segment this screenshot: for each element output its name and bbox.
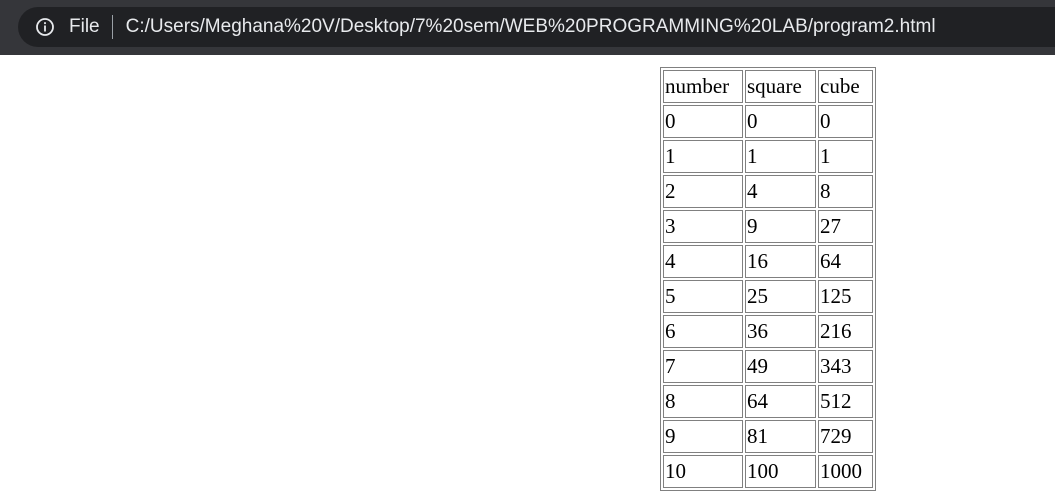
cell-cube: 8 [818, 175, 873, 208]
table-row: 1 1 1 [663, 140, 873, 173]
table-row: 10 100 1000 [663, 455, 873, 488]
cell-square: 4 [745, 175, 816, 208]
cell-cube: 125 [818, 280, 873, 313]
table-row: 4 16 64 [663, 245, 873, 278]
cell-square: 0 [745, 105, 816, 138]
table-row: 6 36 216 [663, 315, 873, 348]
table-row: 9 81 729 [663, 420, 873, 453]
url-text[interactable]: C:/Users/Meghana%20V/Desktop/7%20sem/WEB… [126, 16, 936, 38]
cell-cube: 343 [818, 350, 873, 383]
header-cube: cube [818, 70, 873, 103]
table-row: 8 64 512 [663, 385, 873, 418]
cell-square: 49 [745, 350, 816, 383]
cell-square: 81 [745, 420, 816, 453]
cell-cube: 1000 [818, 455, 873, 488]
header-square: square [745, 70, 816, 103]
cell-number: 3 [663, 210, 743, 243]
table-header-row: number square cube [663, 70, 873, 103]
cell-number: 6 [663, 315, 743, 348]
cell-number: 10 [663, 455, 743, 488]
table-row: 2 4 8 [663, 175, 873, 208]
cell-square: 100 [745, 455, 816, 488]
number-square-cube-table: number square cube 0 0 0 1 1 1 2 4 8 3 9… [660, 67, 876, 491]
cell-number: 9 [663, 420, 743, 453]
cell-cube: 0 [818, 105, 873, 138]
cell-number: 5 [663, 280, 743, 313]
address-separator [111, 15, 113, 39]
table-row: 7 49 343 [663, 350, 873, 383]
cell-square: 9 [745, 210, 816, 243]
cell-square: 36 [745, 315, 816, 348]
address-bar[interactable]: File C:/Users/Meghana%20V/Desktop/7%20se… [18, 7, 1055, 47]
cell-cube: 64 [818, 245, 873, 278]
scheme-label: File [69, 16, 100, 37]
cell-square: 64 [745, 385, 816, 418]
cell-number: 4 [663, 245, 743, 278]
table-row: 0 0 0 [663, 105, 873, 138]
cell-square: 16 [745, 245, 816, 278]
table-row: 3 9 27 [663, 210, 873, 243]
table-row: 5 25 125 [663, 280, 873, 313]
cell-number: 7 [663, 350, 743, 383]
cell-number: 8 [663, 385, 743, 418]
header-number: number [663, 70, 743, 103]
cell-number: 2 [663, 175, 743, 208]
cell-cube: 27 [818, 210, 873, 243]
cell-cube: 729 [818, 420, 873, 453]
browser-toolbar: File C:/Users/Meghana%20V/Desktop/7%20se… [0, 0, 1055, 55]
cell-cube: 216 [818, 315, 873, 348]
cell-number: 1 [663, 140, 743, 173]
cell-square: 1 [745, 140, 816, 173]
cell-square: 25 [745, 280, 816, 313]
info-circle-icon[interactable] [35, 17, 55, 37]
cell-number: 0 [663, 105, 743, 138]
cell-cube: 512 [818, 385, 873, 418]
cell-cube: 1 [818, 140, 873, 173]
